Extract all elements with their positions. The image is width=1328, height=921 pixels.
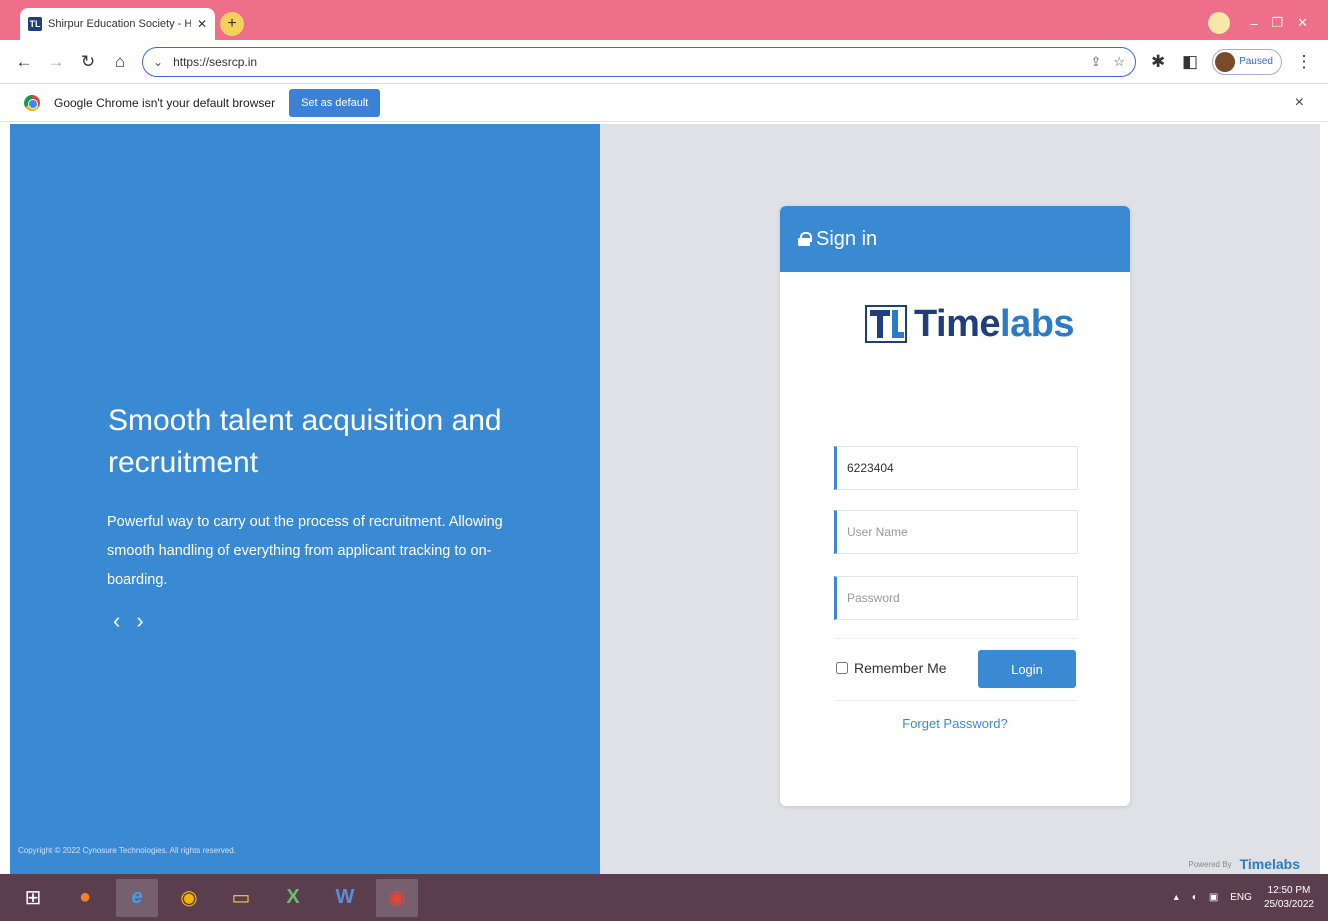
clock-time: 12:50 PM [1267,884,1311,896]
chrome-icon[interactable]: ◉ [168,879,210,917]
minimize-button[interactable]: – [1250,16,1257,31]
username-field[interactable] [834,510,1078,554]
firefox-icon[interactable]: ● [64,879,106,917]
company-code-field[interactable] [834,446,1078,490]
remember-me-label: Remember Me [854,660,947,676]
site-info-icon[interactable]: ⌄ [153,55,163,69]
sign-in-card: Sign in Timelabs Remember Me Login Forge… [780,206,1130,806]
language-indicator[interactable]: ENG [1230,892,1252,903]
logo-labs: labs [1000,302,1075,345]
default-browser-infobar: Google Chrome isn't your default browser… [0,84,1328,122]
profile-button[interactable]: Paused [1212,48,1282,75]
site-favicon-icon: TL [28,17,42,31]
powered-by-brand[interactable]: Timelabs [1240,856,1300,872]
powered-by: Powered By Timelabs [1188,856,1300,872]
new-tab-button[interactable]: + [220,12,244,36]
login-button[interactable]: Login [978,650,1076,688]
clock-date: 25/03/2022 [1263,898,1314,910]
timelabs-logo: Timelabs [864,302,1075,346]
lock-icon [798,232,812,246]
back-arrow-icon[interactable]: ← [14,52,34,72]
powered-by-label: Powered By [1188,859,1232,869]
hero-panel: Smooth talent acquisition and recruitmen… [10,124,600,874]
carousel-controls: ‹ › [113,608,144,634]
clock[interactable]: 12:50 PM 25/03/2022 [1264,884,1314,912]
windows-taskbar: ⊞ ● e ◉ ▭ X W ◉ ▴ ◖ ▣ ENG 12:50 PM 25/03… [0,874,1328,921]
home-icon[interactable]: ⌂ [110,52,130,72]
volume-icon[interactable]: ◖ [1191,892,1197,903]
divider [834,638,1078,639]
forgot-password-link[interactable]: Forget Password? [780,716,1130,731]
page-content: Smooth talent acquisition and recruitmen… [10,124,1320,874]
browser-tab[interactable]: TL Shirpur Education Society - HR F ✕ [20,8,215,40]
logo-time: Time [914,302,1001,345]
remember-me-checkbox[interactable] [836,662,848,674]
side-panel-icon[interactable]: ◧ [1180,52,1200,72]
carousel-next-icon[interactable]: › [136,608,143,634]
maximize-button[interactable]: ❐ [1271,15,1283,31]
browser-toolbar: ← → ↻ ⌂ ⌄ https://sesrcp.in ⇪ ☆ ✱ ◧ Paus… [0,40,1328,84]
window-controls: – ❐ ✕ [1208,12,1308,34]
sign-in-title: Sign in [816,227,878,250]
address-bar[interactable]: ⌄ https://sesrcp.in ⇪ ☆ [142,46,1137,77]
profile-status: Paused [1239,56,1273,67]
avatar [1215,51,1236,72]
menu-kebab-icon[interactable]: ⋮ [1294,52,1314,72]
close-window-button[interactable]: ✕ [1297,15,1308,31]
carousel-prev-icon[interactable]: ‹ [113,608,120,634]
chrome-profile-icon[interactable]: ◉ [376,878,418,917]
hero-headline: Smooth talent acquisition and recruitmen… [108,404,502,479]
logo-wordmark: Timelabs [914,302,1075,346]
word-icon[interactable]: W [324,879,366,917]
remember-me[interactable]: Remember Me [836,660,947,676]
profile-indicator-icon[interactable] [1208,12,1231,34]
infobar-close-icon[interactable]: × [1295,94,1304,112]
hero-description: Powerful way to carry out the process of… [107,514,503,588]
network-icon[interactable]: ▣ [1209,892,1218,903]
url-text[interactable]: https://sesrcp.in [173,55,257,69]
chrome-logo-icon [24,94,40,111]
tray-overflow-icon[interactable]: ▴ [1174,892,1179,903]
divider [834,700,1078,701]
password-field[interactable] [834,576,1078,620]
infobar-message: Google Chrome isn't your default browser [54,95,276,110]
sign-in-header: Sign in [780,206,1130,272]
internet-explorer-icon[interactable]: e [116,878,158,917]
bookmark-star-icon[interactable]: ☆ [1113,54,1125,70]
extensions-puzzle-icon[interactable]: ✱ [1148,52,1168,72]
reload-icon[interactable]: ↻ [78,52,98,72]
timelabs-logo-mark-icon [865,305,907,343]
forward-arrow-icon[interactable]: → [46,52,66,72]
excel-icon[interactable]: X [272,879,314,917]
tab-title: Shirpur Education Society - HR F [48,18,191,30]
copyright-text: Copyright © 2022 Cynosure Technologies. … [18,846,236,855]
tab-close-icon[interactable]: ✕ [197,17,207,31]
system-tray: ▴ ◖ ▣ ENG 12:50 PM 25/03/2022 [1174,884,1328,912]
file-explorer-icon[interactable]: ▭ [220,879,262,917]
start-windows-icon[interactable]: ⊞ [12,879,54,917]
share-icon[interactable]: ⇪ [1091,54,1102,70]
set-as-default-button[interactable]: Set as default [289,88,381,117]
